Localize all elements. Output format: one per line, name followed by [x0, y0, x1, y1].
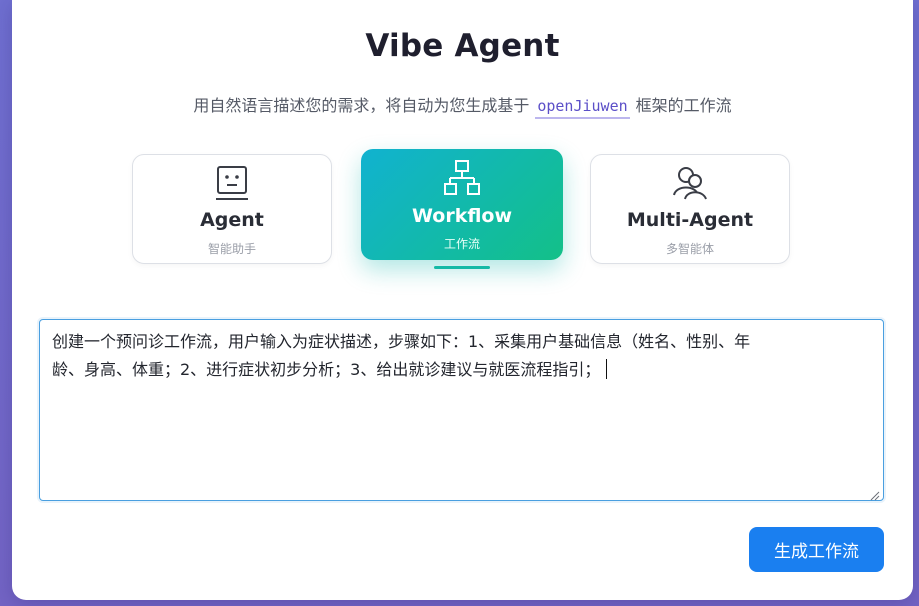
input-line-2-wrap: 龄、身高、体重；2、进行症状初步分析；3、给出就诊建议与就医流程指引； [52, 356, 871, 384]
mode-name: Multi-Agent [626, 209, 754, 231]
mode-name: Workflow [411, 205, 513, 227]
mode-desc: 工作流 [443, 237, 480, 251]
resize-grip-icon[interactable] [868, 486, 880, 505]
mode-card-workflow[interactable]: Workflow 工作流 [361, 149, 563, 260]
page-title: Vibe Agent [365, 28, 560, 64]
mode-desc: 多智能体 [665, 242, 714, 256]
workflow-hierarchy-icon [444, 159, 480, 201]
generate-workflow-button[interactable]: 生成工作流 [749, 527, 884, 572]
mode-name: Agent [200, 209, 264, 231]
subtitle-text-after: 框架的工作流 [635, 96, 732, 115]
text-caret [606, 359, 608, 379]
page-subtitle: 用自然语言描述您的需求，将自动为您生成基于 openJiuwen 框架的工作流 [12, 92, 913, 119]
robot-face-icon [215, 165, 249, 207]
active-mode-indicator [434, 266, 490, 269]
subtitle-text-before: 用自然语言描述您的需求，将自动为您生成基于 [193, 96, 530, 115]
input-line-2: 龄、身高、体重；2、进行症状初步分析；3、给出就诊建议与就医流程指引； [52, 360, 601, 379]
mode-card-agent[interactable]: Agent 智能助手 [132, 154, 332, 264]
mode-card-multi-agent[interactable]: Multi-Agent 多智能体 [590, 154, 790, 264]
users-icon [671, 165, 709, 207]
framework-code-tag: openJiuwen [535, 97, 630, 119]
main-card: Vibe Agent 用自然语言描述您的需求，将自动为您生成基于 openJiuw… [12, 0, 913, 600]
requirement-input[interactable]: 创建一个预问诊工作流，用户输入为症状描述，步骤如下：1、采集用户基础信息（姓名、… [39, 319, 884, 501]
mode-desc: 智能助手 [207, 242, 256, 256]
input-line-1: 创建一个预问诊工作流，用户输入为症状描述，步骤如下：1、采集用户基础信息（姓名、… [52, 332, 751, 351]
